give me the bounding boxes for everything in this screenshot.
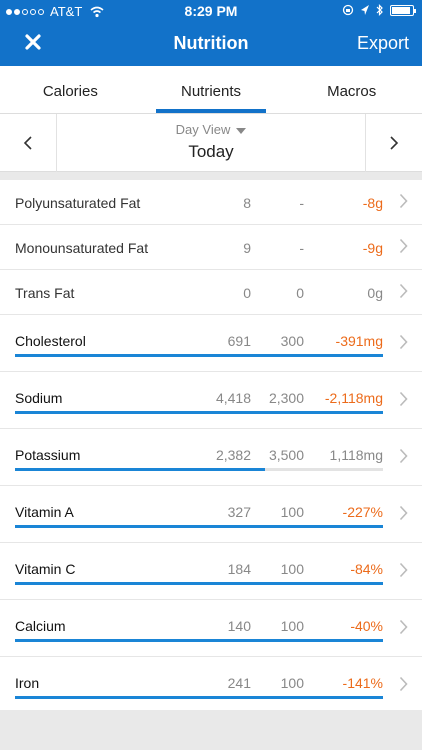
nutrient-total: 9 [243,240,251,256]
next-day-button[interactable] [365,114,422,172]
status-bar: AT&T 8:29 PM [0,0,422,22]
progress-fill [15,696,383,699]
nutrient-left: 0g [367,285,383,301]
nutrient-name: Calcium [15,618,66,634]
nutrient-name: Polyunsaturated Fat [15,195,141,211]
day-navigator: Day View Today [0,114,422,172]
tab-bar: Calories Nutrients Macros [0,66,422,114]
chevron-left-icon [23,136,32,150]
day-view-dropdown[interactable]: Day View [57,122,365,137]
previous-day-button[interactable] [0,114,57,172]
chevron-right-icon [399,391,408,407]
nutrient-row[interactable]: Sodium 4,418 2,300 -2,118mg [0,372,422,429]
nutrient-goal: - [299,240,304,256]
chevron-right-icon [399,562,408,578]
progress-fill [15,525,383,528]
nutrient-total: 691 [227,333,251,349]
bluetooth-icon [376,4,383,16]
nutrient-name: Trans Fat [15,285,75,301]
chevron-right-icon [399,619,408,635]
nutrient-left: -8g [362,195,383,211]
nutrient-left: -40% [350,618,383,634]
nutrient-goal: 100 [280,675,304,691]
nutrient-total: 241 [227,675,251,691]
nutrient-row[interactable]: Potassium 2,382 3,500 1,118mg [0,429,422,486]
nutrient-list: Polyunsaturated Fat 8 - -8g Monounsatura… [0,180,422,714]
chevron-right-icon [399,334,408,350]
battery-icon [390,4,416,16]
progress-fill [15,354,383,357]
day-view-selector[interactable]: Day View Today [57,114,365,172]
nutrient-left: 1,118mg [329,447,383,463]
progress-bar [15,354,383,357]
nutrient-name: Iron [15,675,40,691]
nutrient-name: Sodium [15,390,63,406]
chevron-right-icon [399,283,408,299]
nutrient-name: Potassium [15,447,81,463]
nutrient-name: Cholesterol [15,333,86,349]
app-header: AT&T 8:29 PM Nutrition Export [0,0,422,66]
orientation-lock-icon [342,4,354,16]
nutrient-row[interactable]: Calcium 140 100 -40% [0,600,422,657]
day-view-label: Day View [175,122,231,137]
progress-bar [15,582,383,585]
nutrient-left: -2,118mg [324,390,383,406]
chevron-right-icon [399,238,408,254]
progress-fill [15,582,383,585]
day-value: Today [188,142,234,161]
nutrient-goal: 100 [280,561,304,577]
nutrient-left: -227% [342,504,383,520]
nutrient-row[interactable]: Vitamin C 184 100 -84% [0,543,422,600]
progress-bar [15,696,383,699]
location-icon [361,5,369,15]
nutrient-goal: 100 [280,618,304,634]
tab-macros[interactable]: Macros [281,66,422,113]
battery-level [392,6,410,14]
nutrient-left: -391mg [335,333,383,349]
nutrient-goal: - [299,195,304,211]
nutrient-row[interactable]: Iron 241 100 -141% [0,657,422,714]
chevron-right-icon [390,136,399,150]
nutrient-total: 184 [227,561,251,577]
progress-fill [15,468,266,471]
nutrient-total: 327 [227,504,251,520]
chevron-right-icon [399,505,408,521]
nutrient-goal: 2,300 [268,390,304,406]
nutrient-total: 4,418 [215,390,251,406]
nutrient-name: Vitamin A [15,504,74,520]
nutrient-row[interactable]: Vitamin A 327 100 -227% [0,486,422,543]
nutrient-total: 140 [227,618,251,634]
tab-nutrients[interactable]: Nutrients [141,66,282,113]
nutrient-goal: 100 [280,504,304,520]
nutrient-row[interactable]: Trans Fat 0 0 0g [0,270,422,315]
nutrient-name: Monounsaturated Fat [15,240,149,256]
progress-fill [15,639,383,642]
progress-fill [15,411,383,414]
bottom-spacer [0,710,422,750]
nutrient-left: -84% [350,561,383,577]
chevron-right-icon [399,193,408,209]
chevron-right-icon [399,448,408,464]
nutrient-goal: 3,500 [268,447,304,463]
tab-calories[interactable]: Calories [0,66,141,113]
export-button[interactable]: Export [357,33,409,54]
nutrient-goal: 300 [280,333,304,349]
nutrient-total: 0 [243,285,251,301]
nutrient-left: -141% [342,675,383,691]
progress-bar [15,639,383,642]
nutrient-row[interactable]: Cholesterol 691 300 -391mg [0,315,422,372]
nutrient-left: -9g [362,240,383,256]
nutrient-total: 2,382 [215,447,251,463]
nutrient-name: Vitamin C [15,561,76,577]
caret-down-icon [236,127,247,134]
nutrient-row[interactable]: Monounsaturated Fat 9 - -9g [0,225,422,270]
chevron-right-icon [399,676,408,692]
progress-bar [15,525,383,528]
progress-bar [15,468,383,471]
nutrient-row[interactable]: Polyunsaturated Fat 8 - -8g [0,180,422,225]
progress-bar [15,411,383,414]
nutrient-goal: 0 [296,285,304,301]
nutrient-total: 8 [243,195,251,211]
status-right [342,4,416,16]
